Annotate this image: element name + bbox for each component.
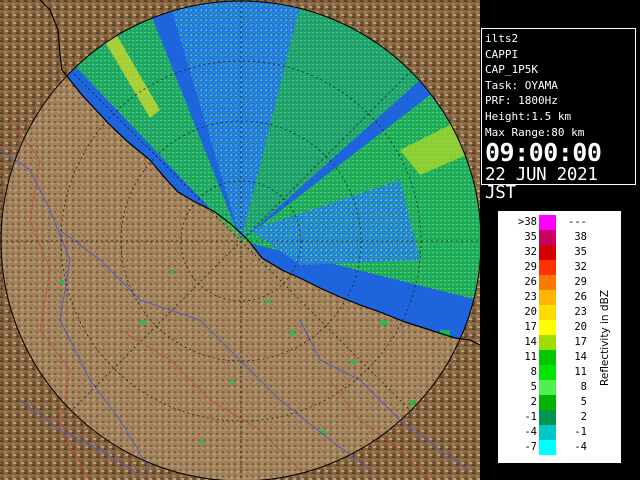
legend-row-upper: 14 — [574, 351, 587, 363]
legend-swatch — [539, 305, 556, 320]
prf-label: PRF: 1800Hz — [485, 94, 558, 108]
legend-row-lower: 11 — [524, 351, 537, 363]
legend-row: 32 35 — [499, 245, 599, 260]
legend-swatch — [539, 260, 556, 275]
legend-row: 29 32 — [499, 260, 599, 275]
height-label: Height:1.5 km — [485, 109, 572, 123]
legend-row-lower: -4 — [524, 426, 537, 438]
observation-time: 09:00:00 — [485, 138, 602, 168]
legend-row-lower: -7 — [524, 441, 537, 453]
reflectivity-legend: >38 --- 35 38 32 35 29 32 26 29 23 26 20 23 17 20 14 17 11… — [498, 211, 621, 463]
legend-row-lower: 8 — [530, 366, 537, 378]
observation-date: 22 JUN 2021 JST — [485, 165, 598, 204]
legend-row: 26 29 — [499, 275, 599, 290]
legend-row: 35 38 — [499, 230, 599, 245]
legend-row: 20 23 — [499, 305, 599, 320]
legend-row-lower: 20 — [524, 306, 537, 318]
legend-row-lower: >38 — [518, 216, 537, 228]
legend-swatch — [539, 410, 556, 425]
legend-row-upper: 35 — [574, 246, 587, 258]
legend-row-lower: -1 — [524, 411, 537, 423]
legend-row-lower: 29 — [524, 261, 537, 273]
legend-row: -7 -4 — [499, 440, 599, 455]
legend-row: 58 — [499, 380, 599, 395]
legend-swatch — [539, 380, 556, 395]
legend-swatch — [539, 335, 556, 350]
legend-row: 25 — [499, 395, 599, 410]
legend-swatch — [539, 245, 556, 260]
legend-row-upper: 11 — [574, 366, 587, 378]
legend-row-upper: 32 — [574, 261, 587, 273]
legend-swatch — [539, 350, 556, 365]
legend-row-lower: 32 — [524, 246, 537, 258]
legend-row-upper: 29 — [574, 276, 587, 288]
legend-row: 17 20 — [499, 320, 599, 335]
legend-row-lower: 23 — [524, 291, 537, 303]
legend-swatch — [539, 425, 556, 440]
legend-row-upper: 8 — [580, 381, 587, 393]
legend-row-lower: 17 — [524, 321, 537, 333]
legend-row: -1 2 — [499, 410, 599, 425]
legend-row: 11 14 — [499, 350, 599, 365]
legend-row-upper: 17 — [574, 336, 587, 348]
legend-row-upper: 38 — [574, 231, 587, 243]
legend-row-upper: -4 — [574, 441, 587, 453]
product-type: CAPPI — [485, 47, 519, 61]
legend-swatch — [539, 320, 556, 335]
legend-swatch — [539, 365, 556, 380]
legend-row-lower: 2 — [530, 396, 537, 408]
legend-row-upper: 20 — [574, 321, 587, 333]
product-name: CAP_1P5K — [485, 63, 538, 77]
legend-row-upper: -1 — [574, 426, 587, 438]
legend-row-upper: 5 — [580, 396, 587, 408]
legend-swatch — [539, 395, 556, 410]
legend-swatch — [539, 290, 556, 305]
legend-row: -4 -1 — [499, 425, 599, 440]
task-label: Task: OYAMA — [485, 78, 558, 92]
legend-row-upper: 2 — [580, 411, 587, 423]
legend-row: 23 26 — [499, 290, 599, 305]
legend-row-upper: 26 — [574, 291, 587, 303]
legend-row: 8 11 — [499, 365, 599, 380]
legend-swatch — [539, 275, 556, 290]
info-panel: ilts2 CAPPI CAP_1P5K Task: OYAMA PRF: 18… — [481, 28, 636, 202]
radar-map[interactable] — [0, 0, 480, 480]
legend-swatch — [539, 230, 556, 245]
legend-title: Reflectivity in dBZ — [599, 290, 611, 386]
legend-row-upper: 23 — [574, 306, 587, 318]
legend-row-lower: 26 — [524, 276, 537, 288]
legend-swatch — [539, 215, 556, 230]
legend-swatch — [539, 440, 556, 455]
legend-row-lower: 35 — [524, 231, 537, 243]
legend-row-upper: --- — [568, 216, 587, 228]
radar-name: ilts2 — [485, 32, 519, 45]
legend-row-lower: 14 — [524, 336, 537, 348]
legend-row: 14 17 — [499, 335, 599, 350]
legend-row-lower: 5 — [530, 381, 537, 393]
legend-row: >38 --- — [499, 215, 599, 230]
